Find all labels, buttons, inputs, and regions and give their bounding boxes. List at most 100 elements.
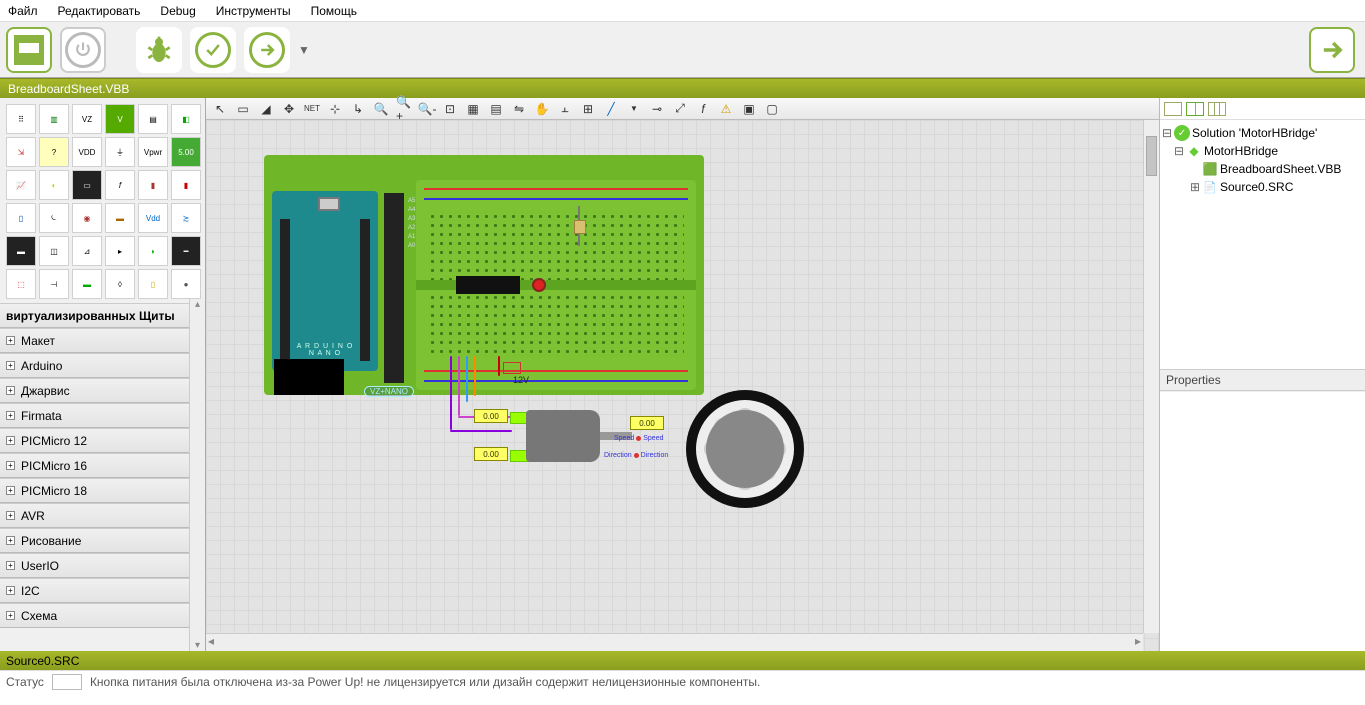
pal-grid-icon[interactable]: ⠿ [6, 104, 36, 134]
wire[interactable] [466, 356, 468, 402]
pal-shield-icon[interactable]: ▥ [39, 104, 69, 134]
l293d-chip[interactable] [456, 276, 520, 294]
tool-chip[interactable]: ▣ [741, 101, 757, 117]
category-header[interactable]: виртуализированных Щиты [0, 303, 189, 328]
run-button[interactable] [1309, 27, 1355, 73]
category-jarvis[interactable]: +Джарвис [0, 378, 189, 403]
wire[interactable] [474, 356, 476, 396]
dc-motor[interactable] [526, 410, 600, 462]
pal-dip-icon[interactable]: ▮ [138, 170, 168, 200]
tool-snap[interactable]: ▦ [465, 101, 481, 117]
category-pic16[interactable]: +PICMicro 16 [0, 453, 189, 478]
canvas-hscrollbar[interactable] [206, 633, 1143, 651]
power-button[interactable] [60, 27, 106, 73]
pal-vz-icon[interactable]: VZ [72, 104, 102, 134]
tool-select[interactable]: ▭ [235, 101, 251, 117]
tool-group[interactable]: ⊞ [580, 101, 596, 117]
category-userio[interactable]: +UserIO [0, 553, 189, 578]
design-canvas[interactable]: A R D U I N O N A N O A5 A4 A3 A2 A1 A0 [206, 120, 1159, 651]
pal-transistor-icon[interactable]: ⊿ [72, 236, 102, 266]
pal-display-icon[interactable]: ▭ [72, 170, 102, 200]
wire[interactable] [450, 430, 512, 432]
category-firmata[interactable]: +Firmata [0, 403, 189, 428]
tool-zoom[interactable]: 🔍 [373, 101, 389, 117]
menu-edit[interactable]: Редактировать [58, 4, 141, 18]
palette-scrollbar[interactable] [189, 299, 205, 651]
pal-vdd2-icon[interactable]: Vdd [138, 203, 168, 233]
category-i2c[interactable]: +I2C [0, 578, 189, 603]
tool-fx[interactable]: f [695, 101, 711, 117]
tool-rotate[interactable]: ◢ [258, 101, 274, 117]
pal-crystal-icon[interactable]: ◊ [105, 269, 135, 299]
wire[interactable] [450, 356, 452, 430]
tool-warn[interactable]: ⚠ [718, 101, 734, 117]
category-maket[interactable]: +Макет [0, 328, 189, 353]
tab-breadboard[interactable]: BreadboardSheet.VBB [8, 82, 129, 96]
menu-file[interactable]: Файл [8, 4, 38, 18]
pal-green-v-icon[interactable]: V [105, 104, 135, 134]
tool-hand[interactable]: ✋ [534, 101, 550, 117]
pal-led-green-icon[interactable]: ◗ [138, 236, 168, 266]
wheel[interactable] [686, 390, 804, 508]
pal-7seg-icon[interactable]: ⬚ [6, 269, 36, 299]
tool-pointer[interactable]: ↖ [212, 101, 228, 117]
verify-button[interactable] [190, 27, 236, 73]
pcb-board[interactable]: A R D U I N O N A N O A5 A4 A3 A2 A1 A0 [264, 155, 704, 395]
upload-button[interactable] [244, 27, 290, 73]
dropdown-caret[interactable]: ▼ [298, 43, 310, 57]
pal-ground-icon[interactable]: ⏚ [105, 137, 135, 167]
pal-scope-icon[interactable]: 📈 [6, 170, 36, 200]
tool-box[interactable]: ▢ [764, 101, 780, 117]
category-pic12[interactable]: +PICMicro 12 [0, 428, 189, 453]
pal-header-icon[interactable]: ━ [171, 236, 201, 266]
menu-tools[interactable]: Инструменты [216, 4, 291, 18]
view-split-v[interactable] [1208, 102, 1226, 116]
tool-line-caret[interactable]: ▼ [626, 101, 642, 117]
tool-zoom-in[interactable]: 🔍+ [396, 101, 412, 117]
tool-expand[interactable]: ⤢ [672, 101, 688, 117]
menu-help[interactable]: Помощь [311, 4, 357, 18]
pal-led-red-icon[interactable]: ▮ [171, 170, 201, 200]
wire[interactable] [498, 356, 500, 376]
pal-tag-icon[interactable]: ◧ [171, 104, 201, 134]
debug-button[interactable] [136, 27, 182, 73]
view-single[interactable] [1164, 102, 1182, 116]
push-button[interactable] [532, 278, 546, 292]
pal-relay-icon[interactable]: ◫ [39, 236, 69, 266]
tree-source[interactable]: ⊞📄Source0.SRC [1162, 178, 1363, 196]
canvas-viewport[interactable]: A R D U I N O N A N O A5 A4 A3 A2 A1 A0 [206, 120, 1159, 651]
pal-mosfet-icon[interactable]: ⊣ [39, 269, 69, 299]
power-supply[interactable] [503, 362, 521, 374]
category-schema[interactable]: +Схема [0, 603, 189, 628]
pal-resistor-icon[interactable]: ▬ [105, 203, 135, 233]
tool-bus[interactable]: ↳ [350, 101, 366, 117]
solution-tree[interactable]: ⊟✓Solution 'MotorHBridge' ⊟◆MotorHBridge… [1160, 120, 1365, 369]
pal-cap2-icon[interactable]: ● [171, 269, 201, 299]
tree-breadboard[interactable]: 🟩BreadboardSheet.VBB [1162, 160, 1363, 178]
tool-zoom-out[interactable]: 🔍- [419, 101, 435, 117]
pal-chip-icon[interactable]: ▤ [138, 104, 168, 134]
pal-ic-icon[interactable]: ▬ [6, 236, 36, 266]
pal-func-icon[interactable]: f [105, 170, 135, 200]
tree-project[interactable]: ⊟◆MotorHBridge [1162, 142, 1363, 160]
view-split-h[interactable] [1186, 102, 1204, 116]
wire[interactable] [458, 356, 460, 416]
tab-source[interactable]: Source0.SRC [6, 654, 79, 668]
tool-align[interactable]: ⫠ [557, 101, 573, 117]
pal-inductor-icon[interactable]: ≿ [171, 203, 201, 233]
category-drawing[interactable]: +Рисование [0, 528, 189, 553]
menu-debug[interactable]: Debug [160, 4, 195, 18]
tool-move[interactable]: ✥ [281, 101, 297, 117]
tree-solution[interactable]: ⊟✓Solution 'MotorHBridge' [1162, 124, 1363, 142]
tool-line[interactable]: ╱ [603, 101, 619, 117]
save-button[interactable] [6, 27, 52, 73]
resistor[interactable] [574, 206, 584, 246]
tool-junction[interactable]: ⊹ [327, 101, 343, 117]
category-pic18[interactable]: +PICMicro 18 [0, 478, 189, 503]
pal-import-icon[interactable]: ⇲ [6, 137, 36, 167]
category-avr[interactable]: +AVR [0, 503, 189, 528]
category-arduino[interactable]: +Arduino [0, 353, 189, 378]
tool-net[interactable]: NET [304, 101, 320, 117]
properties-header[interactable]: Properties [1160, 369, 1365, 391]
pal-diode-icon[interactable]: ▸ [105, 236, 135, 266]
